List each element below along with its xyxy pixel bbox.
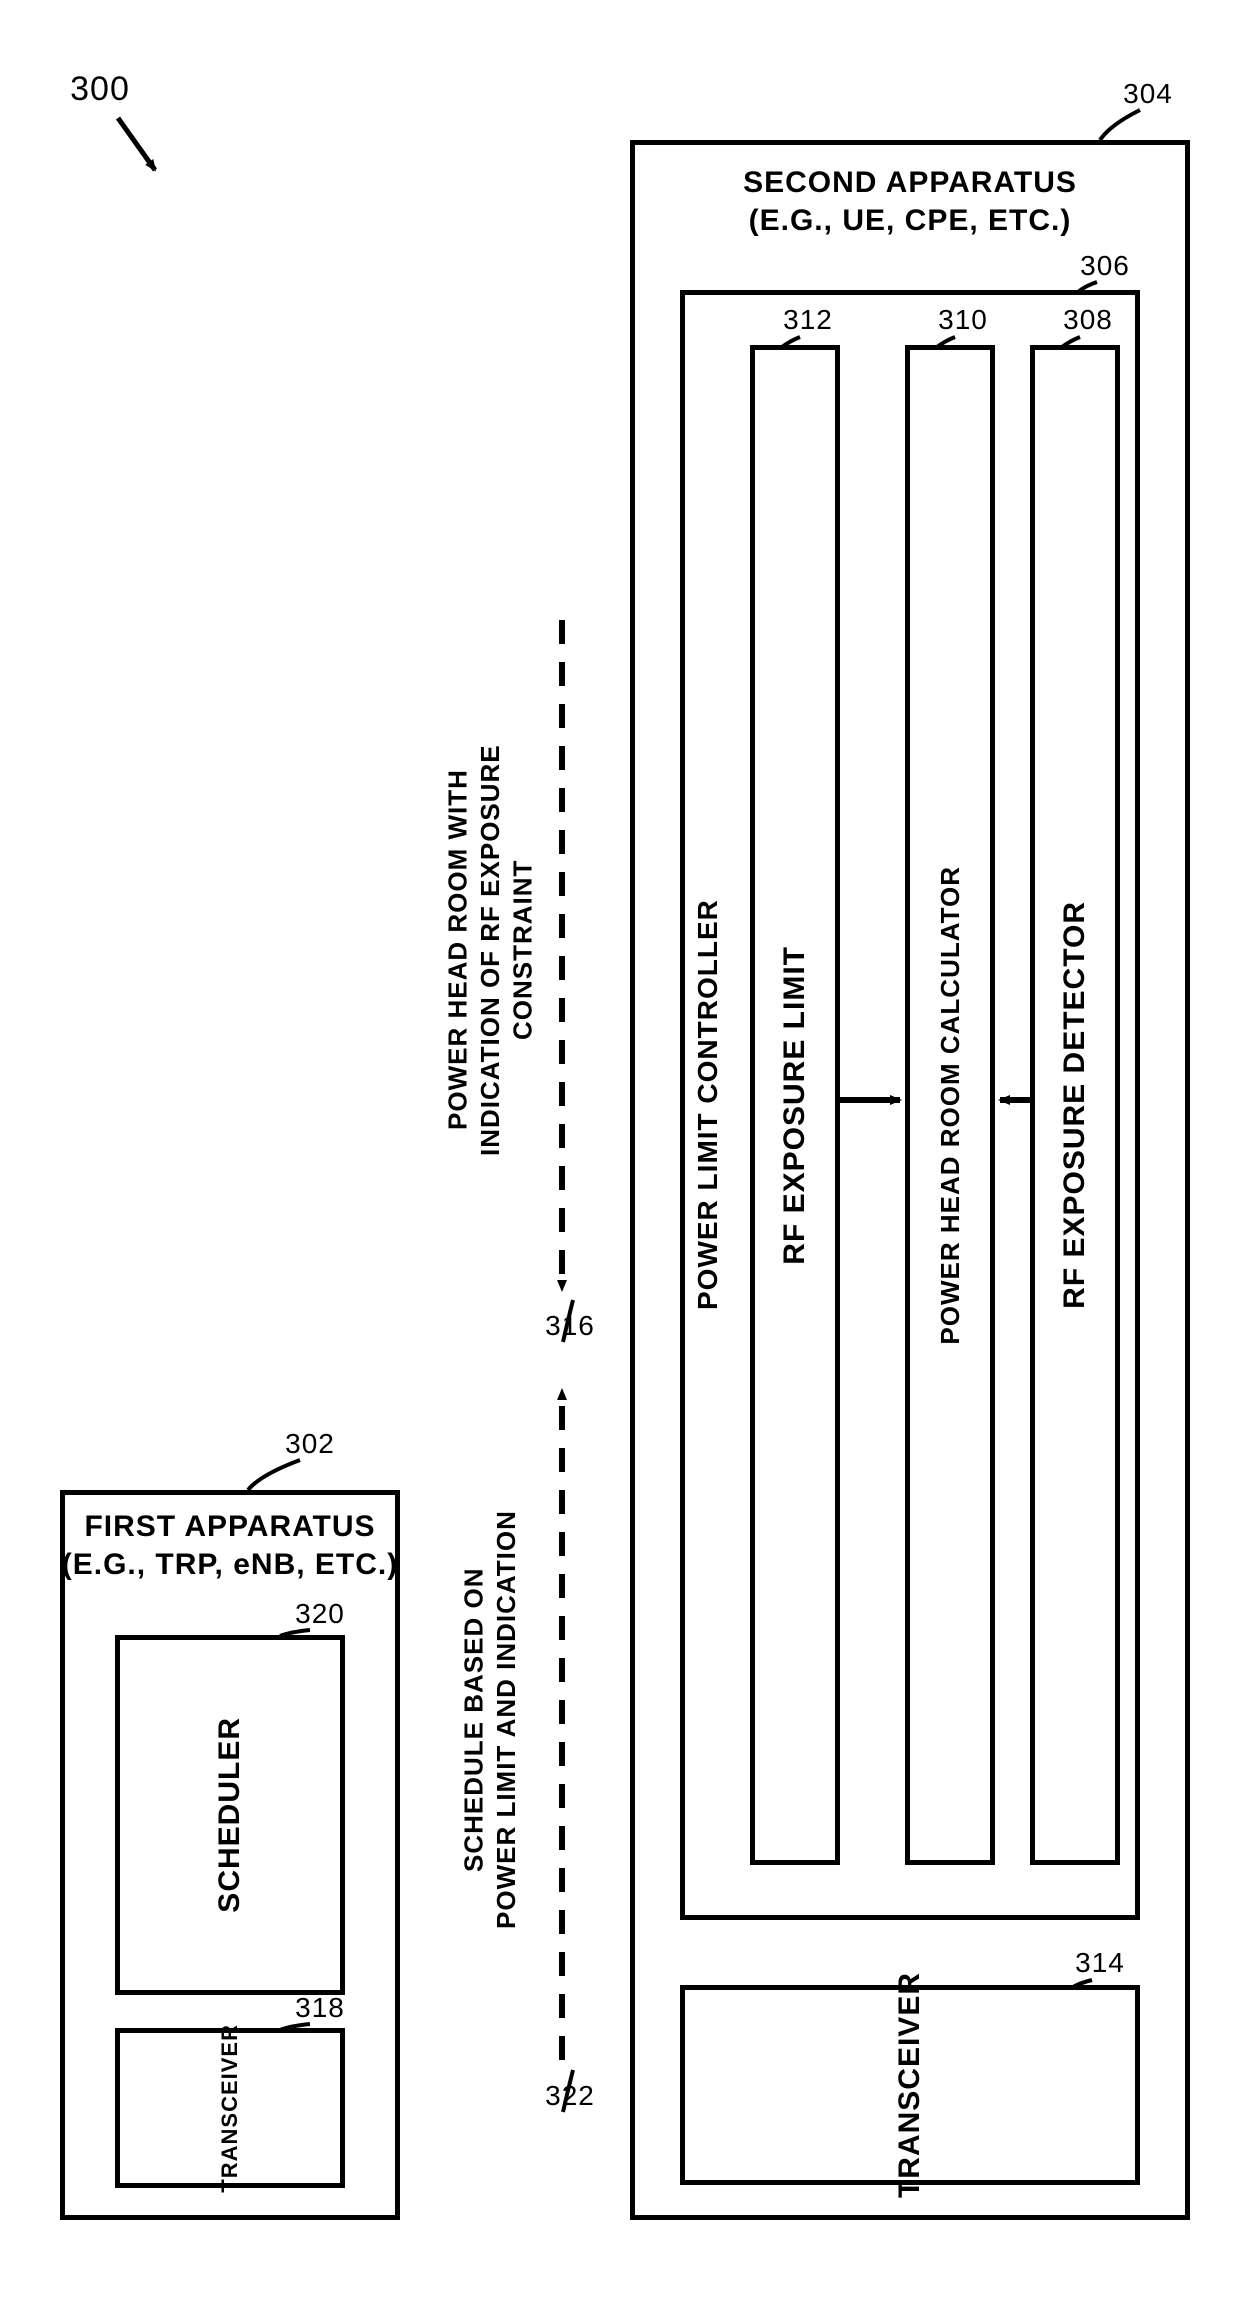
second-transceiver-ref: 314: [1060, 1947, 1140, 1979]
phr-calculator-label: POWER HEAD ROOM CALCULATOR: [935, 866, 966, 1345]
msg-phr-line1: POWER HEAD ROOM WITH: [441, 770, 474, 1131]
first-apparatus-title-line1: FIRST APPARATUS: [60, 1510, 400, 1544]
phr-calculator-ref: 310: [923, 304, 1003, 336]
first-transceiver-ref: 318: [280, 1992, 360, 2024]
msg-phr-text: POWER HEAD ROOM WITH INDICATION OF RF EX…: [430, 600, 550, 1300]
rf-exposure-limit-box: RF EXPOSURE LIMIT: [750, 345, 840, 1865]
second-transceiver-label: TRANSCEIVER: [893, 1972, 927, 2198]
msg-phr-line2: INDICATION OF RF EXPOSURE: [474, 744, 507, 1156]
first-apparatus-title-line2: (E.G., TRP, eNB, ETC.): [60, 1548, 400, 1582]
scheduler-label: SCHEDULER: [213, 1717, 247, 1913]
msg-phr-line3: CONSTRAINT: [506, 860, 539, 1040]
second-apparatus-title-line2: (E.G., UE, CPE, ETC.): [630, 204, 1190, 238]
power-limit-controller-label: POWER LIMIT CONTROLLER: [688, 290, 728, 1920]
rf-exposure-detector-box: RF EXPOSURE DETECTOR: [1030, 345, 1120, 1865]
rf-exposure-detector-ref: 308: [1048, 304, 1128, 336]
rf-exposure-limit-ref: 312: [768, 304, 848, 336]
first-transceiver-box: TRANSCEIVER: [115, 2028, 345, 2188]
msg-sched-line1: SCHEDULE BASED ON: [458, 1568, 491, 1872]
second-apparatus-title-line1: SECOND APPARATUS: [630, 166, 1190, 200]
power-limit-controller-ref: 306: [1065, 250, 1145, 282]
msg-phr-ref: 316: [530, 1310, 610, 1342]
second-apparatus-ref: 304: [1108, 78, 1188, 110]
rf-exposure-limit-label: RF EXPOSURE LIMIT: [778, 946, 812, 1265]
diagram-canvas: 300 FIRST APPARATUS (E.G., TRP, eNB, ETC…: [0, 0, 1240, 2300]
phr-calculator-box: POWER HEAD ROOM CALCULATOR: [905, 345, 995, 1865]
msg-sched-text: SCHEDULE BASED ON POWER LIMIT AND INDICA…: [430, 1370, 550, 2070]
second-transceiver-box: TRANSCEIVER: [680, 1985, 1140, 2185]
rf-exposure-detector-label: RF EXPOSURE DETECTOR: [1058, 901, 1092, 1309]
msg-sched-ref: 322: [530, 2080, 610, 2112]
figure-ref-number: 300: [60, 70, 140, 109]
scheduler-box: SCHEDULER: [115, 1635, 345, 1995]
first-apparatus-ref: 302: [270, 1428, 350, 1460]
first-transceiver-label: TRANSCEIVER: [217, 2024, 243, 2193]
msg-sched-line2: POWER LIMIT AND INDICATION: [490, 1511, 523, 1930]
scheduler-ref: 320: [280, 1598, 360, 1630]
